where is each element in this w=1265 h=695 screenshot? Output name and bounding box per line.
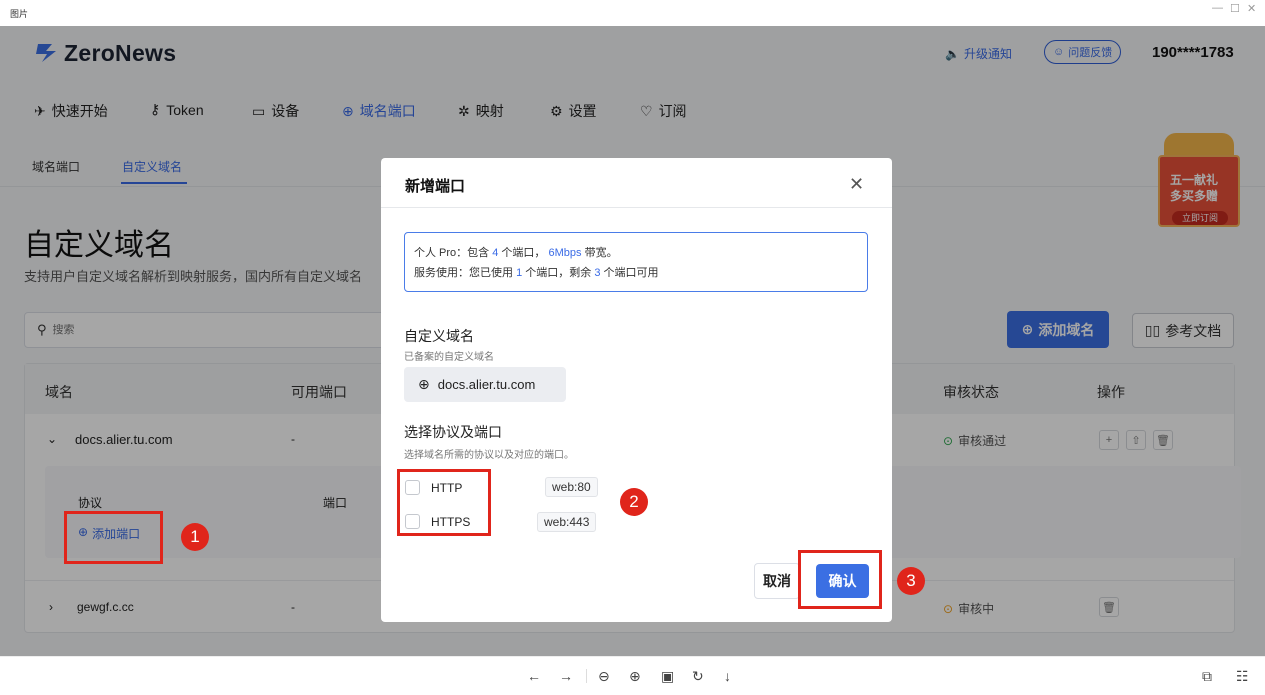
close-window-icon[interactable]: ✕ (1247, 2, 1256, 15)
annotation-box-3 (798, 550, 882, 609)
window-title: 图片 (10, 9, 29, 19)
modal-divider (381, 207, 892, 208)
protocol-section-label: 选择协议及端口 (404, 424, 502, 440)
domain-chip: ⊕ docs.alier.tu.com (404, 367, 566, 402)
port-tag: web:443 (537, 512, 597, 532)
next-arrow-icon[interactable]: → (559, 668, 573, 684)
zoom-out-icon[interactable]: ⊖ (598, 668, 610, 685)
close-icon[interactable]: ✕ (849, 174, 864, 195)
ocr-icon[interactable]: ☷ (1236, 668, 1249, 685)
copy-icon[interactable]: ⧉ (1202, 668, 1212, 685)
domain-section-sub: 已备案的自定义域名 (404, 352, 494, 363)
annotation-box-2 (397, 469, 491, 536)
modal-title: 新增端口 (405, 178, 466, 195)
plan-info-line1: 个人 Pro：包含 4 个端口， 6Mbps 带宽。 (414, 247, 618, 259)
annotation-box-1 (64, 511, 163, 564)
annotation-number-3: 3 (897, 567, 925, 595)
globe-icon: ⊕ (418, 376, 430, 392)
rotate-icon[interactable]: ↻ (692, 668, 704, 685)
annotation-number-2: 2 (620, 488, 648, 516)
toolbar-separator (586, 669, 587, 683)
plan-info-line2: 服务使用：您已使用 1 个端口，剩余 3 个端口可用 (414, 267, 659, 279)
fit-screen-icon[interactable]: ▣ (661, 668, 674, 685)
protocol-section-sub: 选择域名所需的协议以及对应的端口。 (404, 450, 574, 461)
maximize-icon[interactable]: ☐ (1230, 2, 1240, 15)
window-titlebar: 图片 — ☐ ✕ (0, 0, 1265, 26)
domain-value: docs.alier.tu.com (437, 377, 536, 392)
port-tag: web:80 (545, 477, 598, 497)
zoom-in-icon[interactable]: ⊕ (629, 668, 641, 685)
domain-section-label: 自定义域名 (404, 328, 474, 344)
minimize-icon[interactable]: — (1212, 2, 1223, 14)
download-icon[interactable]: ↓ (724, 668, 731, 684)
prev-arrow-icon[interactable]: ← (527, 668, 541, 684)
plan-info-box: 个人 Pro：包含 4 个端口， 6Mbps 带宽。 服务使用：您已使用 1 个… (404, 232, 868, 292)
annotation-number-1: 1 (181, 523, 209, 551)
cancel-button[interactable]: 取消 (754, 563, 800, 599)
